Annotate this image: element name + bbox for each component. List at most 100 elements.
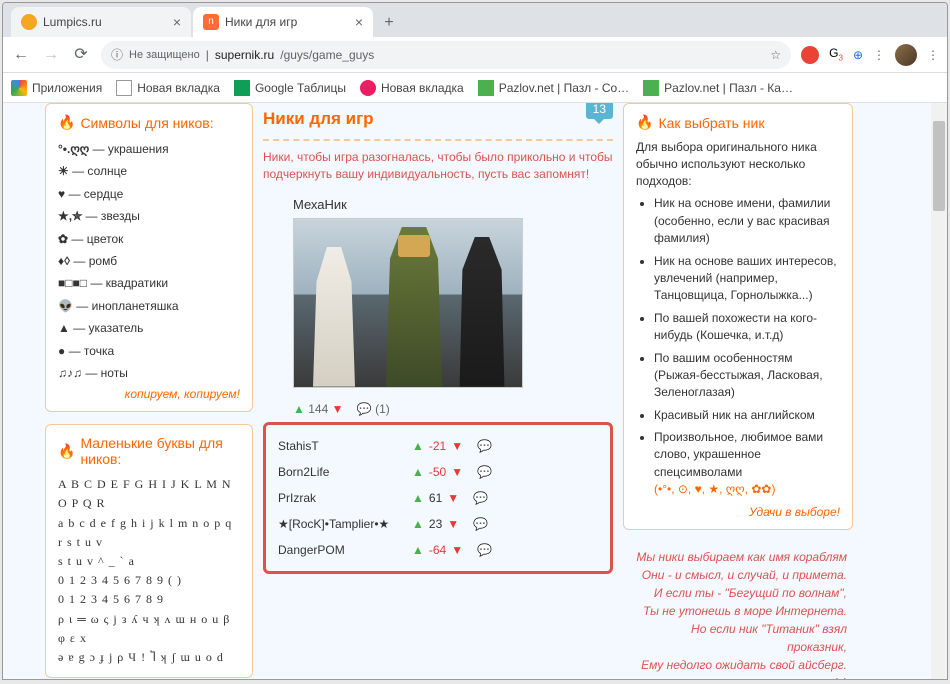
downvote-icon[interactable]: ▼	[451, 543, 463, 557]
letter-line[interactable]: ρ ι ═ ω ς ј з ʎ ч ʞ ʌ ɯ н о u β φ ε х	[58, 610, 240, 648]
symbol-row[interactable]: ★,✮ — звезды	[58, 206, 240, 226]
upvote-icon[interactable]: ▲	[412, 465, 424, 479]
letter-line[interactable]: 0 1 2 3 4 5 6 7 8 9 ( )	[58, 571, 240, 590]
menu-icon[interactable]: ⋮	[927, 48, 939, 62]
favicon-icon: n	[203, 14, 219, 30]
puzzle-icon	[643, 80, 659, 96]
tip-item: По вашей похожести на кого-нибудь (Кошеч…	[654, 310, 840, 345]
letter-line[interactable]: s t u v ^ _ ` a	[58, 552, 240, 571]
vote-count: 144	[308, 402, 328, 416]
ext-icon[interactable]: G3	[829, 46, 843, 62]
symbol-row[interactable]: ✿ — цветок	[58, 229, 240, 249]
letter-line[interactable]: ǝ ɐ g ɔ ɟ ј ρ Ч ! Ⴈ ʞ ʃ ɯ u o d	[58, 648, 240, 667]
nick-row: StahisT ▲ -21 ▼ 💬	[278, 433, 598, 459]
comment-icon[interactable]: 💬	[357, 402, 372, 416]
new-tab-button[interactable]: +	[375, 9, 403, 37]
ext-icon[interactable]: ⊕	[853, 48, 863, 62]
nick-name[interactable]: StahisT	[278, 439, 398, 453]
comment-icon[interactable]: 💬	[477, 439, 492, 453]
count-badge: 13	[586, 103, 613, 119]
scrollbar[interactable]	[931, 103, 947, 679]
bookmark-item[interactable]: Новая вкладка	[116, 80, 220, 96]
tip-item: По вашим особенностям (Рыжая-бесстыжая, …	[654, 350, 840, 402]
nick-name[interactable]: Born2Life	[278, 465, 398, 479]
comment-icon[interactable]: 💬	[473, 491, 488, 505]
nick-score: -50	[429, 465, 446, 479]
nick-row: ★[RocK]•Tamplier•★ ▲ 23 ▼ 💬	[278, 511, 598, 537]
symbol-row[interactable]: ■□■□ — квадратики	[58, 273, 240, 293]
comment-icon[interactable]: 💬	[473, 517, 488, 531]
game-image	[293, 218, 523, 388]
letter-line[interactable]: a b c d e f g h i j k l m n o p q r s t …	[58, 514, 240, 552]
poem-block: Мы ники выбираем как имя кораблямОни - и…	[623, 542, 853, 679]
url-bar[interactable]: ⓘ Не защищено | supernik.ru/guys/game_gu…	[101, 41, 791, 69]
favicon-icon	[21, 14, 37, 30]
letter-line[interactable]: A B C D E F G H I J K L M N O P Q R	[58, 475, 240, 513]
star-icon[interactable]: ☆	[770, 48, 781, 62]
upvote-icon[interactable]: ▲	[412, 543, 424, 557]
tab-niki[interactable]: n Ники для игр ×	[193, 7, 373, 37]
downvote-icon[interactable]: ▼	[332, 402, 344, 416]
downvote-icon[interactable]: ▼	[451, 439, 463, 453]
tip-item: Красивый ник на английском	[654, 407, 840, 424]
nick-score: 61	[429, 491, 442, 505]
symbol-row[interactable]: ♫♪♫ — ноты	[58, 363, 240, 383]
upvote-icon[interactable]: ▲	[412, 439, 424, 453]
ext-icon[interactable]: ⋮	[873, 48, 885, 62]
url-host: supernik.ru	[215, 48, 274, 62]
panel-title: Маленькие буквы для ников:	[80, 435, 240, 467]
puzzle-icon	[478, 80, 494, 96]
panel-title: Символы для ников:	[80, 115, 213, 131]
bookmark-item[interactable]: Pazlov.net | Пазл - Со…	[478, 80, 629, 96]
ext-icon[interactable]	[801, 46, 819, 64]
symbol-row[interactable]: ☀ — солнце	[58, 161, 240, 181]
nick-list: StahisT ▲ -21 ▼ 💬Born2Life ▲ -50 ▼ 💬PrIz…	[263, 422, 613, 574]
letter-line[interactable]: 0 1 2 3 4 5 6 7 8 9	[58, 590, 240, 609]
apps-button[interactable]: Приложения	[11, 80, 102, 96]
symbol-row[interactable]: ▲ — указатель	[58, 318, 240, 338]
comment-icon[interactable]: 💬	[477, 543, 492, 557]
nick-row: PrIzrak ▲ 61 ▼ 💬	[278, 485, 598, 511]
nick-score: 23	[429, 517, 442, 531]
nick-name[interactable]: PrIzrak	[278, 491, 398, 505]
luck-text: Удачи в выборе!	[636, 505, 840, 519]
profile-avatar[interactable]	[895, 44, 917, 66]
forward-icon[interactable]: →	[41, 45, 61, 65]
copy-hint: копируем, копируем!	[58, 387, 240, 401]
symbol-row[interactable]: °•.ღღ — украшения	[58, 139, 240, 159]
nick-row: DangerPOM ▲ -64 ▼ 💬	[278, 537, 598, 563]
downvote-icon[interactable]: ▼	[451, 465, 463, 479]
symbol-row[interactable]: ● — точка	[58, 341, 240, 361]
info-icon: ⓘ	[111, 46, 123, 63]
fire-icon: 🔥	[636, 114, 653, 131]
upvote-icon[interactable]: ▲	[412, 517, 424, 531]
reload-icon[interactable]: ⟳	[71, 45, 91, 65]
tip-item: Произвольное, любимое вами слово, украше…	[654, 429, 840, 499]
upvote-icon[interactable]: ▲	[412, 491, 424, 505]
fire-icon: 🔥	[58, 443, 75, 460]
upvote-icon[interactable]: ▲	[293, 402, 305, 416]
symbol-row[interactable]: ♥ — сердце	[58, 184, 240, 204]
tab-title: Lumpics.ru	[43, 15, 167, 29]
comment-icon[interactable]: 💬	[477, 465, 492, 479]
nick-name[interactable]: ★[RocK]•Tamplier•★	[278, 517, 398, 531]
vote-bar: ▲ 144 ▼ 💬 (1)	[263, 396, 613, 422]
scroll-thumb[interactable]	[933, 121, 945, 211]
symbol-row[interactable]: ♦◊ — ромб	[58, 251, 240, 271]
downvote-icon[interactable]: ▼	[447, 491, 459, 505]
url-path: /guys/game_guys	[280, 48, 374, 62]
tab-lumpics[interactable]: Lumpics.ru ×	[11, 7, 191, 37]
downvote-icon[interactable]: ▼	[447, 517, 459, 531]
symbol-row[interactable]: 👽 — инопланетяшка	[58, 296, 240, 316]
back-icon[interactable]: ←	[11, 45, 31, 65]
bookmarks-bar: Приложения Новая вкладка Google Таблицы …	[3, 73, 947, 103]
comment-count: (1)	[375, 402, 390, 416]
close-icon[interactable]: ×	[355, 14, 363, 30]
bookmark-item[interactable]: Новая вкладка	[360, 80, 464, 96]
bookmark-item[interactable]: Google Таблицы	[234, 80, 346, 96]
featured-nick: МехаНик	[263, 193, 613, 388]
pink-icon	[360, 80, 376, 96]
nick-name[interactable]: DangerPOM	[278, 543, 398, 557]
bookmark-item[interactable]: Pazlov.net | Пазл - Ка…	[643, 80, 793, 96]
close-icon[interactable]: ×	[173, 14, 181, 30]
